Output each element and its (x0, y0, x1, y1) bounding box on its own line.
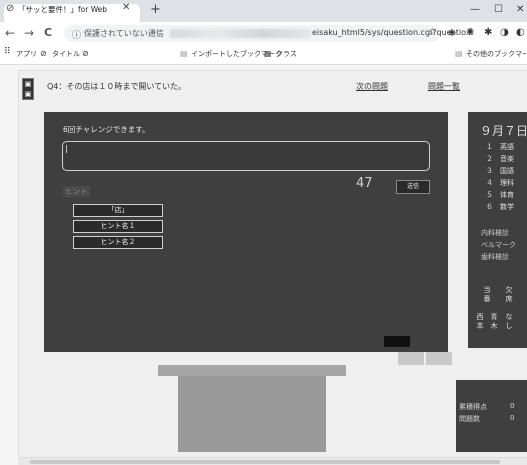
question-count-label: 問題数 (459, 415, 480, 423)
hint-button-1[interactable]: 「店」 (73, 204, 163, 217)
schedule-item: ２ 音楽 (486, 155, 514, 163)
question-icon: ▣ ▣ (22, 78, 34, 100)
window-maximize-button[interactable]: ☐ (494, 4, 503, 15)
tab-close-icon[interactable]: ✕ (122, 2, 130, 13)
input-caret (66, 145, 67, 153)
profile-icon[interactable]: ◐ (516, 27, 525, 38)
folder-icon: ▤ (180, 49, 188, 58)
cumulative-score-value: 0 (510, 402, 515, 410)
url-security-text: 保護されていない通信 (84, 29, 164, 38)
duty-name: 西本 (476, 313, 484, 330)
schedule-item: ６ 数学 (486, 203, 514, 211)
class-icon: ▦ (264, 49, 272, 58)
answer-input[interactable] (62, 141, 430, 171)
hint-button-3[interactable]: ヒント名２ (73, 236, 163, 249)
folder-icon: ▤ (455, 49, 463, 58)
new-tab-button[interactable]: + (150, 3, 161, 17)
tries-remaining-text: 6回チャレンジできます。 (63, 125, 150, 134)
question-list-link[interactable]: 問題一覧 (428, 81, 460, 92)
bookmark-class[interactable]: クラス (276, 49, 297, 59)
tab-title[interactable]: 「サッと要件！」for Web (18, 4, 107, 15)
schedule-item: ３ 国語 (486, 167, 514, 175)
note-item: ベルマーク (481, 241, 516, 249)
bookmark-apps[interactable]: アプリ (16, 49, 37, 59)
next-question-link[interactable]: 次の問題 (356, 81, 388, 92)
reload-button[interactable]: C (44, 26, 52, 40)
question-count-value: 0 (510, 414, 515, 422)
teacher-podium (178, 376, 326, 452)
forward-button[interactable]: → (24, 26, 34, 40)
note-item: 歯科検診 (481, 253, 509, 261)
chalk-tray-block (398, 352, 424, 365)
apps-grid-icon[interactable]: ⠿ (4, 47, 11, 57)
extension-icon[interactable]: ✺ (466, 27, 474, 38)
bookmark-star-icon[interactable]: ☆ (428, 27, 437, 38)
date-text: ９月７日 (480, 124, 527, 138)
extension-icon[interactable]: ◈ (448, 27, 456, 38)
puzzle-icon[interactable]: ✱ (484, 27, 492, 38)
hint-label: ヒント (63, 186, 90, 197)
duty-name: 青木 (490, 313, 498, 330)
tab-favicon-icon: ⊘ (6, 3, 15, 14)
back-button[interactable]: ← (5, 26, 15, 40)
bookmark-item[interactable]: タイトル (52, 49, 80, 59)
schedule-item: １ 英語 (486, 143, 514, 151)
question-text: Q4：その店は１０時まで開いていた。 (47, 82, 187, 91)
schedule-item: ４ 理科 (486, 179, 514, 187)
bookmark-favicon-icon[interactable]: ⊘ (82, 49, 89, 58)
schedule-item: ５ 体育 (486, 191, 514, 199)
scrollbar-thumb[interactable] (30, 460, 500, 464)
cumulative-score-label: 累積得点 (459, 403, 487, 411)
bookmark-favicon-icon: ⊘ (40, 49, 47, 58)
info-icon[interactable]: ⓘ (72, 28, 81, 41)
window-minimize-button[interactable]: — (470, 4, 480, 15)
window-close-button[interactable]: ✕ (516, 4, 524, 15)
desk-top (158, 365, 346, 376)
character-count: 47 (356, 176, 373, 191)
absence-heading: 欠席 (505, 286, 513, 303)
duty-heading: 当番 (483, 286, 491, 303)
hint-button-2[interactable]: ヒント名１ (73, 220, 163, 233)
extension-icon[interactable]: ◑ (500, 27, 509, 38)
eraser (384, 336, 410, 347)
bookmark-other[interactable]: その他のブックマーク (466, 49, 526, 59)
send-button[interactable]: 送信 (396, 180, 430, 194)
url-redacted (170, 29, 310, 38)
absence-value: なし (505, 313, 513, 330)
note-item: 内科検診 (481, 229, 509, 237)
chalk-tray-block (426, 352, 452, 365)
